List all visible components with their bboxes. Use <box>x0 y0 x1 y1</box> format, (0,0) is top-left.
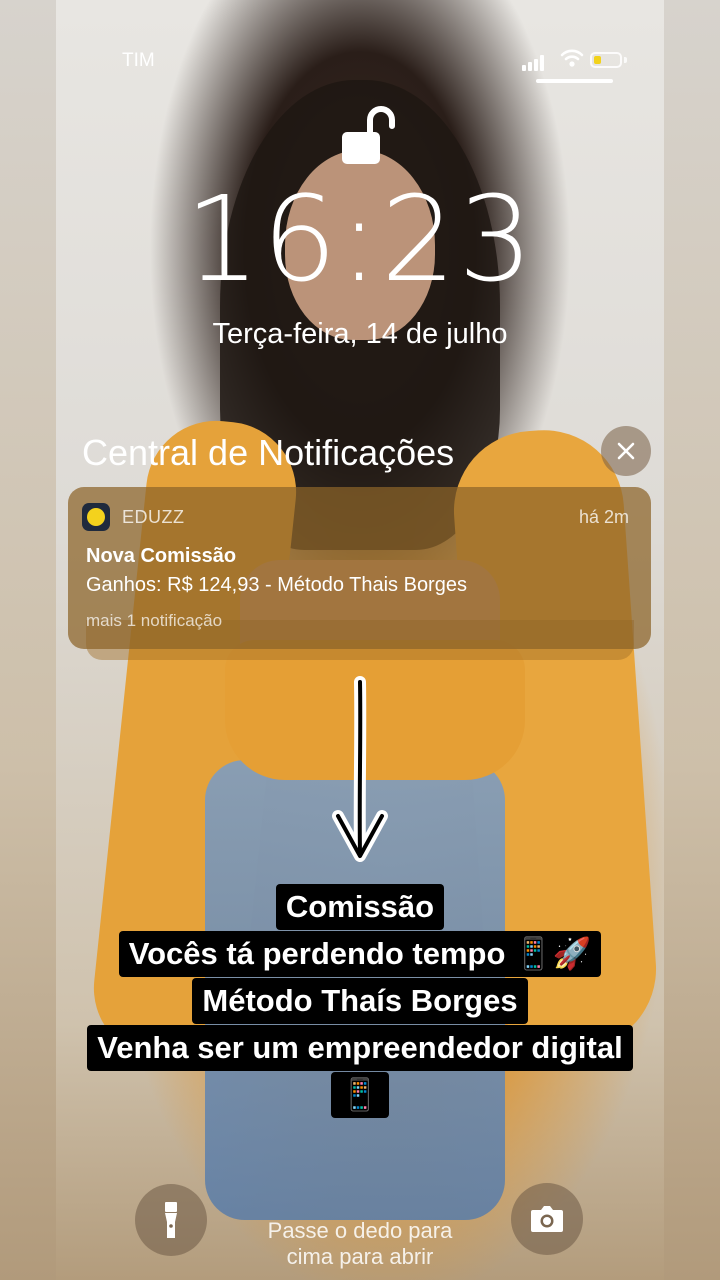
status-underline <box>536 79 613 83</box>
notification-title: Nova Comissão <box>86 545 237 567</box>
unlock-hint-line-2: cima para abrir <box>286 1244 434 1269</box>
lockscreen-background: TIM 16:23 Terça-feira, 14 de julho Centr… <box>0 0 720 1280</box>
clear-notifications-button[interactable] <box>601 426 651 476</box>
caption-line-5: 📱 <box>330 1072 390 1118</box>
notification-app-name: EDUZZ <box>122 507 185 527</box>
caption-line-3: Método Thaís Borges <box>192 978 528 1024</box>
status-bar: TIM <box>0 48 720 78</box>
eduzz-app-icon <box>82 503 110 531</box>
lock-open-icon <box>342 106 395 164</box>
unlock-hint-line-1: Passe o dedo para <box>267 1218 453 1243</box>
caption-line-4: Venha ser um empreendedor digital <box>87 1025 633 1071</box>
story-caption: Comissão Vocês tá perdendo tempo 📱🚀 Méto… <box>0 884 720 1119</box>
battery-icon <box>590 52 622 68</box>
notification-center-title: Central de Notificações <box>82 432 455 473</box>
clock-time: 16:23 <box>184 170 536 308</box>
wifi-icon <box>560 49 584 67</box>
notification-body: Ganhos: R$ 124,93 - Método Thais Borges <box>86 574 467 596</box>
battery-tip <box>624 57 627 63</box>
battery-level <box>594 56 601 64</box>
caption-line-2: Vocês tá perdendo tempo 📱🚀 <box>118 931 602 977</box>
notification-more[interactable]: mais 1 notificação <box>86 611 222 631</box>
down-arrow-icon <box>332 676 388 862</box>
notification-card[interactable]: EDUZZ há 2m Nova Comissão Ganhos: R$ 124… <box>68 487 651 649</box>
notification-time: há 2m <box>578 507 629 527</box>
unlock-hint: Passe o dedo para cima para abrir <box>0 1218 720 1270</box>
clock-date: Terça-feira, 14 de julho <box>212 318 508 350</box>
carrier-label: TIM <box>122 50 155 71</box>
close-icon <box>617 442 635 460</box>
caption-line-1: Comissão <box>275 884 445 930</box>
